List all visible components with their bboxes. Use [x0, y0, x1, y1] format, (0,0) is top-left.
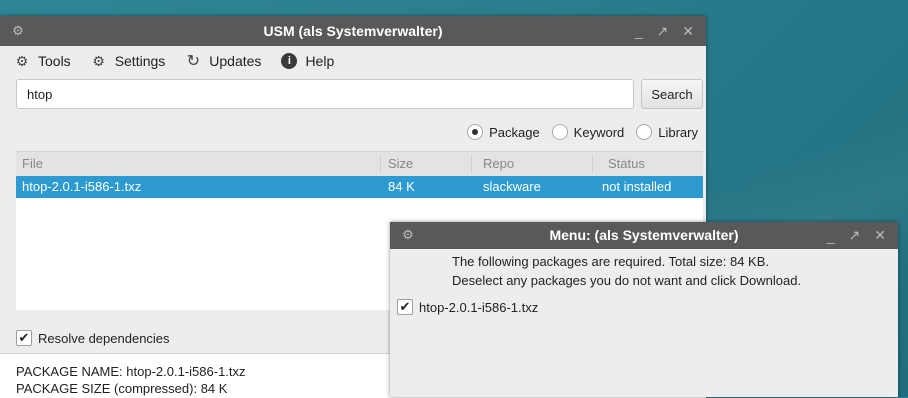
minimize-icon[interactable]: _	[635, 23, 643, 39]
dialog-message-line2: Deselect any packages you do not want an…	[452, 273, 802, 288]
radio-keyword[interactable]: Keyword	[551, 124, 625, 140]
tools-label: Tools	[38, 53, 71, 69]
package-table-header: File Size Repo Status	[16, 151, 703, 177]
package-size-line: PACKAGE SIZE (compressed): 84 K	[16, 381, 228, 396]
resolve-dependencies-checkbox[interactable]: ✔ Resolve dependencies	[16, 330, 170, 346]
column-separator	[471, 155, 472, 173]
column-separator	[592, 155, 593, 173]
settings-label: Settings	[114, 53, 166, 69]
radio-keyword-label: Keyword	[573, 124, 625, 140]
maximize-icon[interactable]: ↗	[657, 23, 669, 40]
gear-icon: ⚙	[15, 52, 29, 69]
search-mode-group: Package Keyword Library	[455, 124, 698, 140]
radio-selected-icon	[467, 124, 484, 140]
tools-menu[interactable]: ⚙ Tools	[14, 52, 71, 70]
dialog-package-checkbox[interactable]: ✔ htop-2.0.1-i586-1.txz	[397, 299, 538, 315]
dialog-package-name: htop-2.0.1-i586-1.txz	[419, 299, 539, 315]
close-icon[interactable]: ✕	[682, 23, 694, 40]
cell-file: htop-2.0.1-i586-1.txz	[22, 179, 142, 194]
info-icon: i	[281, 53, 298, 69]
table-row[interactable]: htop-2.0.1-i586-1.txz 84 K slackware not…	[16, 176, 703, 198]
column-status[interactable]: Status	[608, 152, 645, 176]
cell-status: not installed	[602, 179, 672, 194]
column-file[interactable]: File	[22, 152, 43, 176]
radio-library[interactable]: Library	[636, 124, 698, 140]
search-input[interactable]	[16, 79, 634, 109]
radio-package[interactable]: Package	[467, 124, 540, 140]
column-separator	[380, 155, 381, 173]
maximize-icon[interactable]: ↗	[849, 227, 861, 244]
close-icon[interactable]: ✕	[874, 227, 886, 244]
search-button[interactable]: Search	[641, 79, 703, 109]
cell-repo: slackware	[483, 179, 541, 194]
minimize-icon[interactable]: _	[827, 228, 835, 244]
column-repo[interactable]: Repo	[483, 152, 514, 176]
radio-unselected-icon	[636, 124, 653, 140]
checkmark-icon: ✔	[397, 299, 413, 315]
checkmark-icon: ✔	[16, 330, 32, 346]
radio-library-label: Library	[658, 124, 698, 140]
radio-unselected-icon	[551, 124, 568, 140]
help-label: Help	[305, 53, 335, 69]
dialog-titlebar[interactable]: ⚙ Menu: (als Systemverwalter) _ ↗ ✕	[390, 222, 898, 249]
main-window-titlebar[interactable]: ⚙ USM (als Systemverwalter) _ ↗ ✕	[0, 16, 706, 46]
settings-gears-icon: ⚙	[92, 52, 105, 69]
package-name-line: PACKAGE NAME: htop-2.0.1-i586-1.txz	[16, 364, 246, 379]
dialog-title: Menu: (als Systemverwalter)	[549, 227, 739, 243]
updates-label: Updates	[209, 53, 262, 69]
menu-toolbar: ⚙ Tools ⚙ Settings ↻ Updates i Help	[0, 46, 706, 76]
main-window-title: USM (als Systemverwalter)	[263, 23, 443, 39]
settings-menu[interactable]: ⚙ Settings	[91, 52, 166, 70]
cell-size: 84 K	[388, 179, 415, 194]
resolve-dependencies-label: Resolve dependencies	[38, 330, 170, 346]
help-menu[interactable]: i Help	[281, 53, 334, 69]
column-size[interactable]: Size	[388, 152, 413, 176]
radio-package-label: Package	[489, 124, 540, 140]
dialog-message-line1: The following packages are required. Tot…	[452, 254, 769, 269]
updates-menu[interactable]: ↻ Updates	[185, 53, 262, 70]
refresh-icon: ↻	[186, 53, 200, 70]
